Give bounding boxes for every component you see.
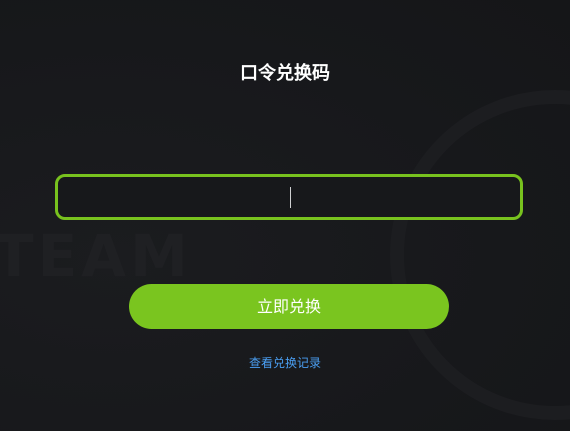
code-input-container[interactable] [55,174,523,220]
redeem-now-button[interactable]: 立即兑换 [129,284,449,329]
view-redeem-history-link[interactable]: 查看兑换记录 [0,355,570,371]
redeem-code-input[interactable] [58,177,520,217]
redeem-code-page: TEAM 口令兑换码 立即兑换 查看兑换记录 [0,0,570,431]
page-title: 口令兑换码 [240,63,330,84]
text-caret [290,187,291,208]
background-watermark: TEAM [0,222,192,290]
